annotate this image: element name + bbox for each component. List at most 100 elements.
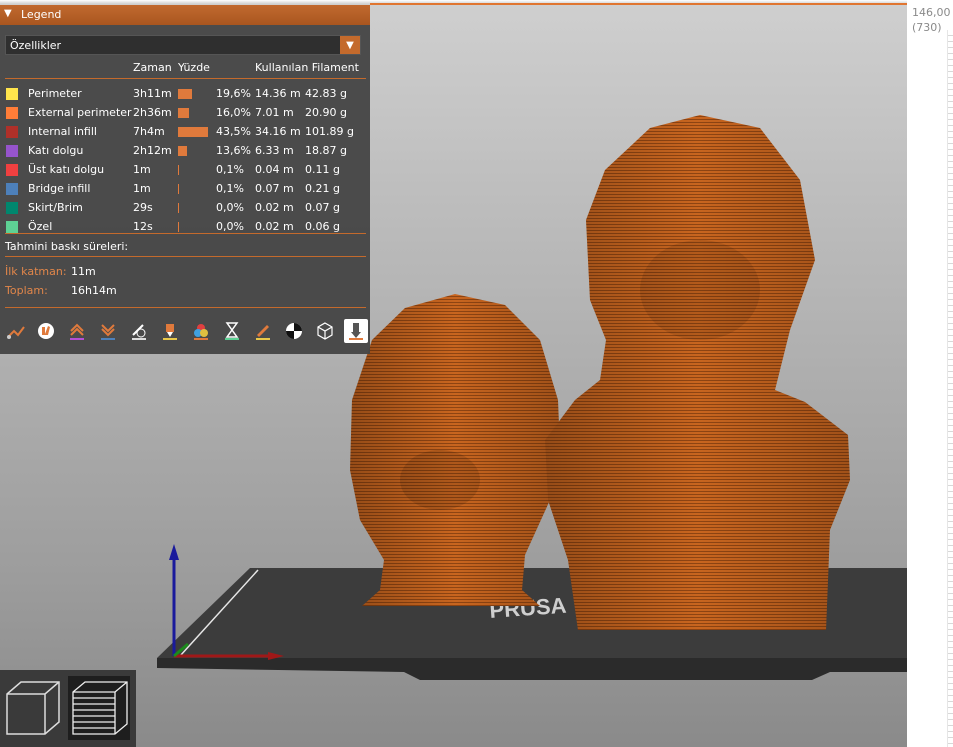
header-time: Zaman — [133, 61, 172, 74]
estimate-title: Tahmini baskı süreleri: — [5, 240, 129, 253]
feature-row[interactable]: External perimeter 2h36m 16,0% 7.01 m 20.90 … — [0, 104, 370, 123]
feature-percent-bar — [178, 108, 190, 118]
header-divider — [5, 78, 366, 79]
feature-percent: 0,1% — [216, 182, 244, 195]
feature-percent-bar — [178, 127, 208, 137]
feature-name: Internal infill — [28, 125, 97, 138]
feature-time: 3h11m — [133, 87, 172, 100]
view-mode-switch — [0, 670, 136, 747]
feature-time: 7h4m — [133, 125, 165, 138]
feature-row[interactable]: Skirt/Brim 29s 0,0% 0.02 m 0.07 g — [0, 199, 370, 218]
feature-row[interactable]: Katı dolgu 2h12m 13,6% 6.33 m 18.87 g — [0, 142, 370, 161]
feature-percent: 13,6% — [216, 144, 251, 157]
feature-name: Özel — [28, 220, 53, 233]
feature-row[interactable]: Üst katı dolgu 1m 0,1% 0.04 m 0.11 g — [0, 161, 370, 180]
feature-percent-bar — [178, 184, 179, 194]
feature-time: 2h12m — [133, 144, 172, 157]
feature-weight: 101.89 g — [305, 125, 354, 138]
feature-time: 1m — [133, 163, 151, 176]
feature-color-swatch — [6, 126, 18, 138]
feature-percent-bar — [178, 165, 179, 175]
first-layer-label: İlk katman: — [5, 265, 67, 278]
feature-percent: 43,5% — [216, 125, 251, 138]
feature-time: 29s — [133, 201, 153, 214]
pause-prints-icon[interactable] — [220, 319, 244, 343]
feature-weight: 20.90 g — [305, 106, 347, 119]
layer-height-label: 146,00 — [912, 6, 951, 19]
tool-changes-icon[interactable] — [158, 319, 182, 343]
color-changes-icon[interactable] — [189, 319, 213, 343]
feature-length: 0.02 m — [255, 220, 294, 233]
legend-header[interactable]: ▼ Legend — [0, 5, 370, 25]
deretractions-icon[interactable] — [96, 319, 120, 343]
header-used-filament: Kullanılan Filament — [255, 61, 359, 74]
feature-color-swatch — [6, 221, 18, 233]
feature-percent-bar — [178, 146, 188, 156]
feature-name: Katı dolgu — [28, 144, 84, 157]
feature-percent-bar — [178, 89, 192, 99]
divider — [5, 233, 366, 234]
feature-percent-bar — [178, 222, 179, 232]
3d-view-icon[interactable] — [2, 676, 64, 740]
retractions-icon[interactable] — [65, 319, 89, 343]
feature-weight: 0.21 g — [305, 182, 340, 195]
seams-icon[interactable] — [127, 319, 151, 343]
divider — [5, 307, 366, 308]
feature-length: 0.04 m — [255, 163, 294, 176]
travel-icon[interactable] — [4, 319, 28, 343]
feature-name: Perimeter — [28, 87, 82, 100]
feature-length: 0.02 m — [255, 201, 294, 214]
total-value: 16h14m — [71, 284, 117, 297]
tool-marker-icon[interactable] — [344, 319, 368, 343]
layers-view-icon[interactable] — [68, 676, 130, 740]
feature-color-swatch — [6, 183, 18, 195]
feature-weight: 18.87 g — [305, 144, 347, 157]
feature-name: Bridge infill — [28, 182, 91, 195]
feature-percent-bar — [178, 203, 179, 213]
feature-row[interactable]: Bridge infill 1m 0,1% 0.07 m 0.21 g — [0, 180, 370, 199]
feature-name: External perimeter — [28, 106, 132, 119]
layer-slider-track[interactable] — [947, 30, 953, 747]
feature-length: 14.36 m — [255, 87, 301, 100]
model-large-bust[interactable] — [545, 115, 850, 630]
shells-icon[interactable] — [313, 319, 337, 343]
feature-percent: 0,0% — [216, 220, 244, 233]
view-type-value: Özellikler — [10, 39, 62, 52]
feature-percent: 16,0% — [216, 106, 251, 119]
legend-title: Legend — [21, 8, 62, 21]
feature-length: 7.01 m — [255, 106, 294, 119]
total-label: Toplam: — [5, 284, 48, 297]
feature-length: 0.07 m — [255, 182, 294, 195]
layer-slider[interactable]: 146,00 (730) — [907, 0, 953, 747]
feature-time: 12s — [133, 220, 153, 233]
custom-gcodes-icon[interactable] — [251, 319, 275, 343]
feature-color-swatch — [6, 107, 18, 119]
feature-row[interactable]: Perimeter 3h11m 19,6% 14.36 m 42.83 g — [0, 85, 370, 104]
feature-color-swatch — [6, 145, 18, 157]
feature-weight: 42.83 g — [305, 87, 347, 100]
feature-weight: 0.11 g — [305, 163, 340, 176]
view-type-combo[interactable]: Özellikler ▼ — [5, 35, 361, 55]
feature-color-swatch — [6, 88, 18, 100]
legend-panel: ▼ Legend Özellikler ▼ Zaman Yüzde Kullan… — [0, 5, 370, 354]
wipe-icon[interactable] — [34, 319, 58, 343]
chevron-down-icon[interactable]: ▼ — [340, 36, 360, 54]
feature-row[interactable]: Internal infill 7h4m 43,5% 34.16 m 101.89 g — [0, 123, 370, 142]
divider — [5, 256, 366, 257]
feature-percent: 0,0% — [216, 201, 244, 214]
feature-name: Skirt/Brim — [28, 201, 83, 214]
feature-percent: 0,1% — [216, 163, 244, 176]
feature-name: Üst katı dolgu — [28, 163, 105, 176]
model-small-bust[interactable] — [350, 294, 560, 606]
feature-length: 34.16 m — [255, 125, 301, 138]
feature-weight: 0.06 g — [305, 220, 340, 233]
center-of-gravity-icon[interactable] — [282, 319, 306, 343]
collapse-triangle-icon[interactable]: ▼ — [4, 8, 12, 19]
first-layer-value: 11m — [71, 265, 96, 278]
feature-time: 2h36m — [133, 106, 172, 119]
feature-row[interactable]: Özel 12s 0,0% 0.02 m 0.06 g — [0, 218, 370, 237]
feature-percent: 19,6% — [216, 87, 251, 100]
feature-length: 6.33 m — [255, 144, 294, 157]
feature-color-swatch — [6, 164, 18, 176]
header-percent: Yüzde — [178, 61, 210, 74]
